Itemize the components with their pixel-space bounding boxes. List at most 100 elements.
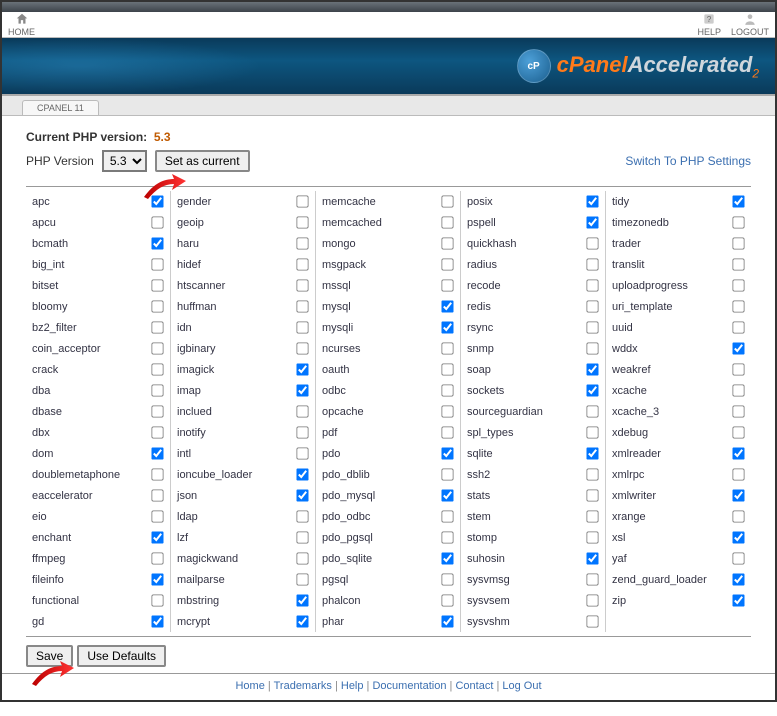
extension-checkbox[interactable] xyxy=(732,363,744,375)
extension-checkbox[interactable] xyxy=(151,342,163,354)
extension-checkbox[interactable] xyxy=(732,405,744,417)
extension-checkbox[interactable] xyxy=(441,531,453,543)
extension-checkbox[interactable] xyxy=(151,279,163,291)
extension-checkbox[interactable] xyxy=(441,594,453,606)
switch-to-php-settings-link[interactable]: Switch To PHP Settings xyxy=(625,154,751,168)
extension-checkbox[interactable] xyxy=(296,216,308,228)
extension-checkbox[interactable] xyxy=(732,468,744,480)
extension-checkbox[interactable] xyxy=(296,615,308,627)
extension-checkbox[interactable] xyxy=(296,279,308,291)
extension-checkbox[interactable] xyxy=(732,426,744,438)
extension-checkbox[interactable] xyxy=(586,195,598,207)
extension-checkbox[interactable] xyxy=(296,468,308,480)
extension-checkbox[interactable] xyxy=(441,510,453,522)
extension-checkbox[interactable] xyxy=(441,216,453,228)
extension-checkbox[interactable] xyxy=(151,489,163,501)
set-as-current-button[interactable]: Set as current xyxy=(155,150,250,172)
extension-checkbox[interactable] xyxy=(151,510,163,522)
extension-checkbox[interactable] xyxy=(586,468,598,480)
extension-checkbox[interactable] xyxy=(296,405,308,417)
extension-checkbox[interactable] xyxy=(441,363,453,375)
extension-checkbox[interactable] xyxy=(296,384,308,396)
extension-checkbox[interactable] xyxy=(441,279,453,291)
extension-checkbox[interactable] xyxy=(441,426,453,438)
extension-checkbox[interactable] xyxy=(441,615,453,627)
extension-checkbox[interactable] xyxy=(441,342,453,354)
footer-link[interactable]: Trademarks xyxy=(274,680,332,692)
extension-checkbox[interactable] xyxy=(732,195,744,207)
extension-checkbox[interactable] xyxy=(151,216,163,228)
extension-checkbox[interactable] xyxy=(151,552,163,564)
extension-checkbox[interactable] xyxy=(151,594,163,606)
extension-checkbox[interactable] xyxy=(151,237,163,249)
extension-checkbox[interactable] xyxy=(586,552,598,564)
extension-checkbox[interactable] xyxy=(732,510,744,522)
extension-checkbox[interactable] xyxy=(151,531,163,543)
extension-checkbox[interactable] xyxy=(586,573,598,585)
extension-checkbox[interactable] xyxy=(151,405,163,417)
extension-checkbox[interactable] xyxy=(151,426,163,438)
extension-checkbox[interactable] xyxy=(732,489,744,501)
help-button[interactable]: ? HELP xyxy=(697,12,721,37)
extension-checkbox[interactable] xyxy=(441,447,453,459)
extension-checkbox[interactable] xyxy=(151,195,163,207)
extension-checkbox[interactable] xyxy=(441,237,453,249)
extension-checkbox[interactable] xyxy=(151,573,163,585)
extension-checkbox[interactable] xyxy=(441,573,453,585)
save-button[interactable]: Save xyxy=(26,645,73,667)
extension-checkbox[interactable] xyxy=(296,195,308,207)
extension-checkbox[interactable] xyxy=(586,594,598,606)
use-defaults-button[interactable]: Use Defaults xyxy=(77,645,166,667)
extension-checkbox[interactable] xyxy=(296,342,308,354)
extension-checkbox[interactable] xyxy=(732,237,744,249)
extension-checkbox[interactable] xyxy=(586,489,598,501)
extension-checkbox[interactable] xyxy=(586,426,598,438)
extension-checkbox[interactable] xyxy=(441,468,453,480)
extension-checkbox[interactable] xyxy=(732,216,744,228)
extension-checkbox[interactable] xyxy=(586,237,598,249)
extension-checkbox[interactable] xyxy=(151,468,163,480)
extension-checkbox[interactable] xyxy=(586,510,598,522)
extension-checkbox[interactable] xyxy=(586,615,598,627)
extension-checkbox[interactable] xyxy=(586,531,598,543)
extension-checkbox[interactable] xyxy=(586,363,598,375)
footer-link[interactable]: Contact xyxy=(455,680,493,692)
footer-link[interactable]: Help xyxy=(341,680,364,692)
extension-checkbox[interactable] xyxy=(151,363,163,375)
extension-checkbox[interactable] xyxy=(732,384,744,396)
logout-button[interactable]: LOGOUT xyxy=(731,12,769,37)
tab-cpanel11[interactable]: CPANEL 11 xyxy=(22,100,99,115)
extension-checkbox[interactable] xyxy=(151,615,163,627)
extension-checkbox[interactable] xyxy=(732,300,744,312)
extension-checkbox[interactable] xyxy=(296,594,308,606)
extension-checkbox[interactable] xyxy=(441,552,453,564)
extension-checkbox[interactable] xyxy=(441,384,453,396)
extension-checkbox[interactable] xyxy=(732,342,744,354)
extension-checkbox[interactable] xyxy=(296,321,308,333)
footer-link[interactable]: Home xyxy=(235,680,264,692)
extension-checkbox[interactable] xyxy=(586,384,598,396)
extension-checkbox[interactable] xyxy=(586,405,598,417)
extension-checkbox[interactable] xyxy=(441,195,453,207)
extension-checkbox[interactable] xyxy=(732,447,744,459)
extension-checkbox[interactable] xyxy=(732,573,744,585)
extension-checkbox[interactable] xyxy=(586,342,598,354)
extension-checkbox[interactable] xyxy=(586,258,598,270)
extension-checkbox[interactable] xyxy=(586,447,598,459)
extension-checkbox[interactable] xyxy=(732,531,744,543)
extension-checkbox[interactable] xyxy=(151,384,163,396)
extension-checkbox[interactable] xyxy=(296,552,308,564)
extension-checkbox[interactable] xyxy=(296,447,308,459)
extension-checkbox[interactable] xyxy=(296,300,308,312)
extension-checkbox[interactable] xyxy=(151,300,163,312)
extension-checkbox[interactable] xyxy=(296,489,308,501)
extension-checkbox[interactable] xyxy=(586,321,598,333)
extension-checkbox[interactable] xyxy=(296,531,308,543)
extension-checkbox[interactable] xyxy=(732,258,744,270)
extension-checkbox[interactable] xyxy=(441,321,453,333)
extension-checkbox[interactable] xyxy=(296,573,308,585)
extension-checkbox[interactable] xyxy=(441,405,453,417)
php-version-select[interactable]: 5.3 xyxy=(102,150,147,172)
extension-checkbox[interactable] xyxy=(586,300,598,312)
extension-checkbox[interactable] xyxy=(732,552,744,564)
